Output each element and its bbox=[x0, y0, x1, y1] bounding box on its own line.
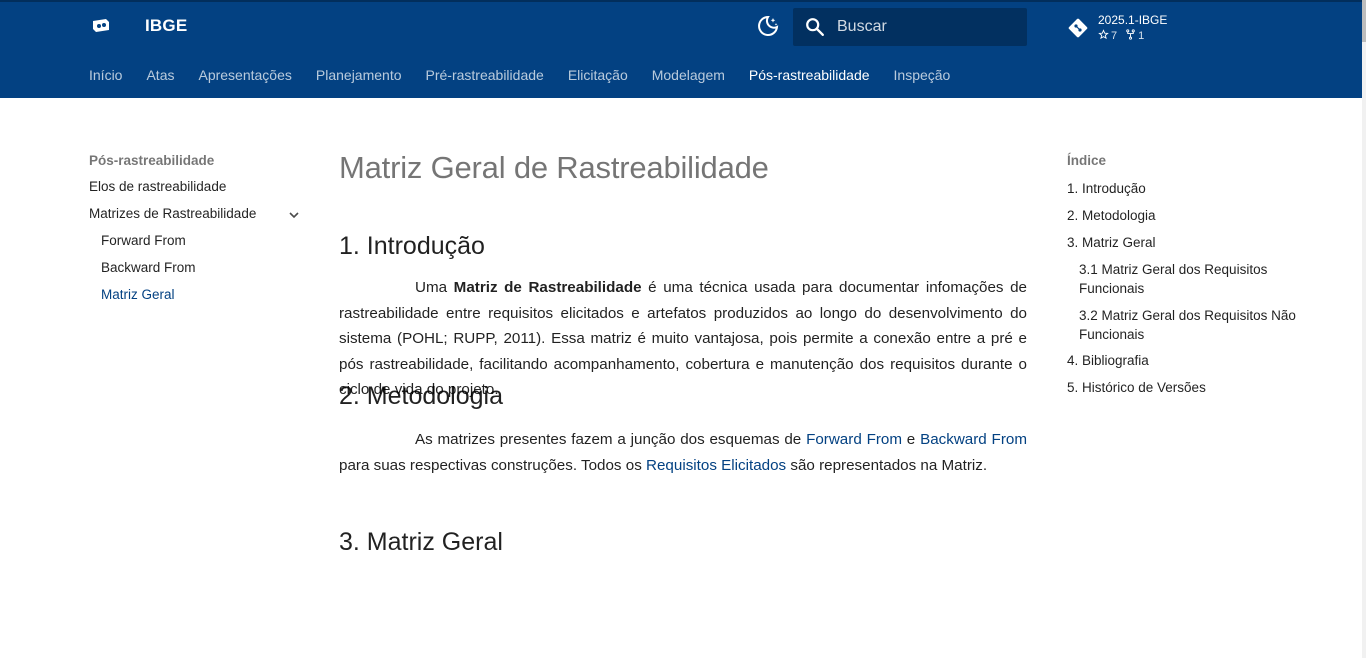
scrollbar-thumb[interactable] bbox=[1362, 0, 1366, 42]
toc-item-introducao[interactable]: 1. Introdução bbox=[1067, 180, 1297, 207]
dark-mode-toggle-icon[interactable] bbox=[756, 14, 780, 38]
repo-stars: 7 bbox=[1111, 30, 1118, 42]
search-icon[interactable] bbox=[804, 16, 826, 38]
intro-text-bold: Matriz de Rastreabilidade bbox=[453, 279, 642, 296]
sidebar-item-elos[interactable]: Elos de rastreabilidade bbox=[89, 180, 309, 207]
sidebar-item-label: Matriz Geral bbox=[101, 287, 175, 302]
toc-title: Índice bbox=[1067, 153, 1107, 168]
toc-item-historico[interactable]: 5. Histórico de Versões bbox=[1067, 379, 1297, 406]
site-logo-icon[interactable] bbox=[89, 14, 113, 38]
sidebar-item-forward-from[interactable]: Forward From bbox=[89, 234, 309, 261]
metodologia-text-1: As matrizes presentes fazem a junção dos… bbox=[415, 431, 807, 448]
chevron-down-icon[interactable] bbox=[286, 207, 302, 223]
sidebar-item-matrizes[interactable]: Matrizes de Rastreabilidade bbox=[89, 207, 309, 234]
tab-inicio[interactable]: Início bbox=[89, 67, 122, 83]
section-heading-introducao: 1. Introdução bbox=[339, 232, 485, 260]
tab-elicitacao[interactable]: Elicitação bbox=[568, 67, 628, 83]
toc-item-matriz-geral[interactable]: 3. Matriz Geral bbox=[1067, 234, 1297, 261]
metodologia-text-4: são representados na Matriz. bbox=[786, 456, 988, 474]
site-title[interactable]: IBGE bbox=[145, 16, 187, 36]
tab-pre-rastreabilidade[interactable]: Pré-rastreabilidade bbox=[426, 67, 544, 83]
repo-forks: 1 bbox=[1138, 30, 1145, 42]
table-of-contents: Índice 1. Introdução 2. Metodologia 3. M… bbox=[1067, 153, 1297, 406]
tab-atas[interactable]: Atas bbox=[146, 67, 174, 83]
repo-name: 2025.1-IBGE bbox=[1098, 13, 1168, 27]
sidebar-item-matriz-geral[interactable]: Matriz Geral bbox=[89, 288, 309, 315]
main-tabs: Início Atas Apresentações Planejamento P… bbox=[89, 67, 950, 83]
git-icon bbox=[1066, 16, 1090, 40]
sidebar-item-label: Matrizes de Rastreabilidade bbox=[89, 206, 257, 221]
search-input[interactable] bbox=[837, 8, 1017, 46]
sidebar-item-label: Forward From bbox=[101, 233, 186, 248]
section-heading-metodologia: 2. Metodologia bbox=[339, 382, 504, 410]
sidebar-item-label: Backward From bbox=[101, 260, 196, 275]
toc-item-metodologia[interactable]: 2. Metodologia bbox=[1067, 207, 1297, 234]
repo-link[interactable]: 2025.1-IBGE 7 1 bbox=[1066, 12, 1266, 46]
sidebar-title: Pós-rastreabilidade bbox=[89, 153, 215, 168]
fork-icon bbox=[1125, 29, 1136, 43]
intro-text-start: Uma bbox=[415, 279, 454, 296]
toc-item-rnf[interactable]: 3.2 Matriz Geral dos Requisitos Não Func… bbox=[1067, 307, 1297, 352]
intro-text-rest: é uma técnica usada para documentar info… bbox=[339, 279, 1027, 398]
star-icon bbox=[1098, 29, 1109, 43]
forward-from-link[interactable]: Forward From bbox=[806, 431, 902, 448]
page-title: Matriz Geral de Rastreabilidade bbox=[339, 150, 769, 185]
intro-paragraph: Uma Matriz de Rastreabilidade é uma técn… bbox=[339, 275, 1027, 398]
sidebar-nav: Pós-rastreabilidade Elos de rastreabilid… bbox=[89, 153, 309, 315]
tab-apresentacoes[interactable]: Apresentações bbox=[198, 67, 291, 83]
tab-inspecao[interactable]: Inspeção bbox=[894, 67, 951, 83]
sidebar-item-backward-from[interactable]: Backward From bbox=[89, 261, 309, 288]
metodologia-text-2: e bbox=[902, 431, 921, 448]
backward-from-link[interactable]: Backward From bbox=[920, 431, 1027, 448]
metodologia-paragraph: As matrizes presentes fazem a junção dos… bbox=[339, 427, 1027, 528]
scrollbar-track[interactable] bbox=[1362, 0, 1366, 658]
metodologia-text-3: para suas respectivas construções. Todos… bbox=[339, 456, 647, 474]
tab-modelagem[interactable]: Modelagem bbox=[652, 67, 725, 83]
toc-item-bibliografia[interactable]: 4. Bibliografia bbox=[1067, 352, 1297, 379]
header-bar: IBGE 2025.1-IBGE bbox=[0, 2, 1362, 50]
repo-facts: 7 1 bbox=[1098, 29, 1144, 43]
main-content: Matriz Geral de Rastreabilidade 1. Intro… bbox=[339, 150, 1027, 557]
requisitos-elicitados-link[interactable]: Requisitos Elicitados bbox=[646, 457, 786, 474]
sidebar-item-label: Elos de rastreabilidade bbox=[89, 179, 227, 194]
search-box[interactable] bbox=[793, 8, 1027, 46]
toc-item-rf[interactable]: 3.1 Matriz Geral dos Requisitos Funciona… bbox=[1067, 261, 1297, 307]
section-heading-matriz-geral: 3. Matriz Geral bbox=[339, 528, 503, 556]
tab-planejamento[interactable]: Planejamento bbox=[316, 67, 402, 83]
tab-pos-rastreabilidade[interactable]: Pós-rastreabilidade bbox=[749, 67, 870, 83]
